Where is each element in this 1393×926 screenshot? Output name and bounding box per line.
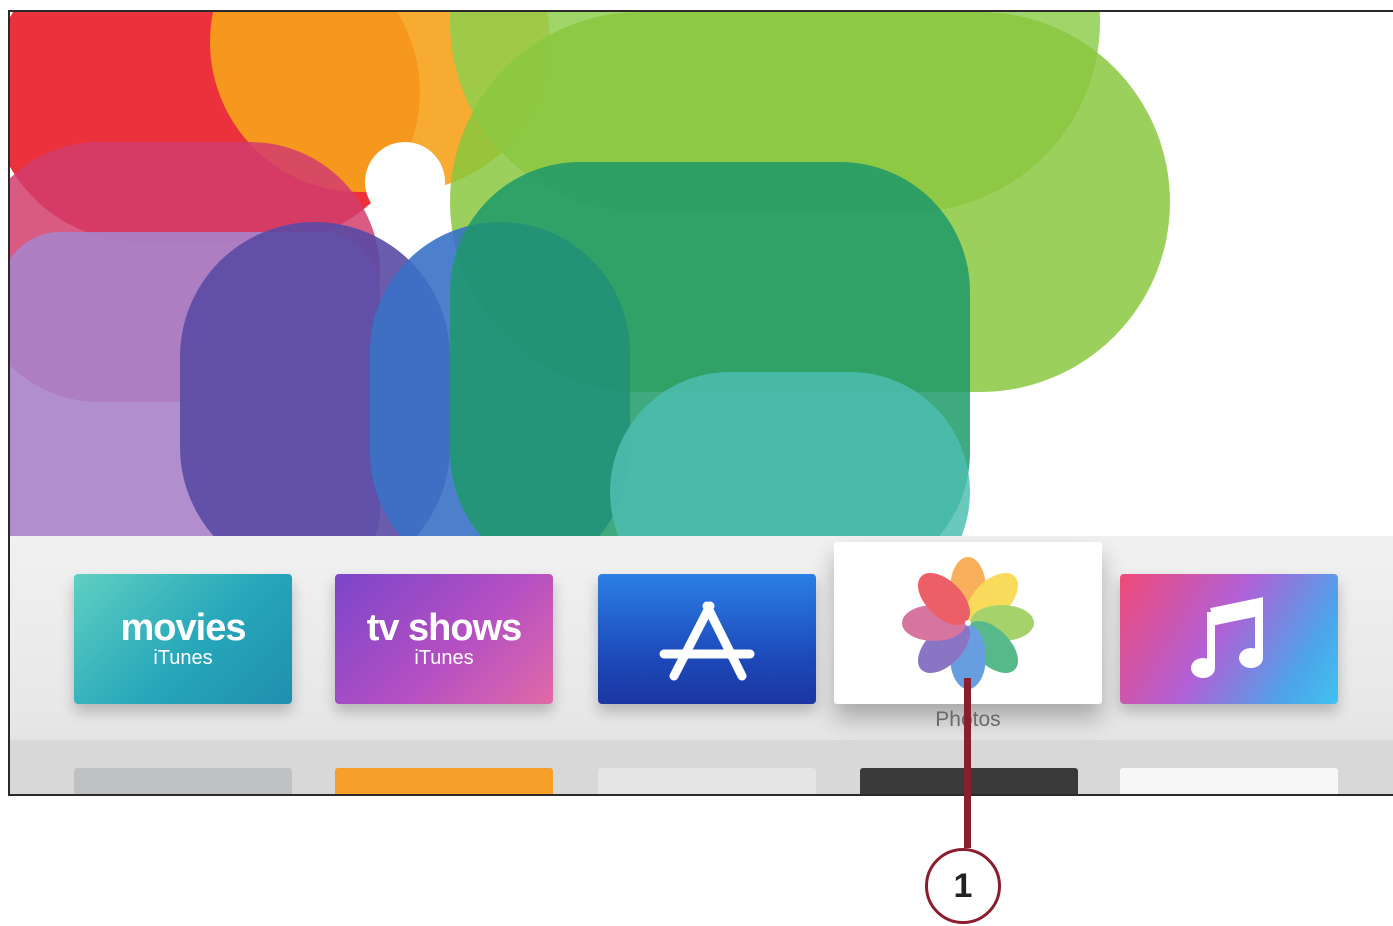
tv-shows-tile[interactable]: tv shows iTunes — [335, 574, 553, 704]
movies-tile[interactable]: movies iTunes — [74, 574, 292, 704]
music-tile[interactable] — [1120, 574, 1338, 704]
app-store-tile[interactable] — [598, 574, 816, 704]
top-shelf-dock: movies iTunes tv shows iTunes — [10, 536, 1393, 794]
row2-tile-light[interactable] — [598, 768, 816, 794]
row2-tile-orange[interactable] — [335, 768, 553, 794]
tv-shows-title: tv shows — [366, 607, 523, 649]
movies-subtitle: iTunes — [153, 647, 213, 669]
tv-shows-subtitle: iTunes — [414, 647, 474, 669]
app-store-icon — [659, 601, 755, 681]
movies-title: movies — [120, 607, 247, 649]
tv-screen: movies iTunes tv shows iTunes — [8, 10, 1393, 796]
row2-tile-settings[interactable] — [74, 768, 292, 794]
row2-tile-white[interactable] — [1120, 768, 1338, 794]
callout-pointer-line — [964, 678, 971, 848]
photos-icon — [902, 557, 1034, 689]
callout-badge: 1 — [925, 848, 1001, 924]
music-note-icon — [1191, 597, 1263, 678]
